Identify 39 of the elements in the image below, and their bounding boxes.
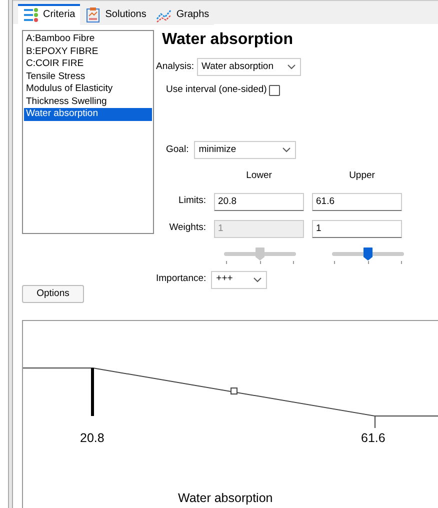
tick-marks xyxy=(332,260,404,266)
list-item[interactable]: A:Bamboo Fibre xyxy=(24,33,152,46)
list-item[interactable]: C:COIR FIRE xyxy=(24,58,152,70)
slider-thumb[interactable] xyxy=(363,246,373,260)
list-item[interactable]: B:EPOXY FIBRE xyxy=(24,46,152,58)
axis-title: Water absorption xyxy=(178,490,273,507)
list-item[interactable]: Thickness Swelling xyxy=(24,96,152,108)
field-label: Weights: xyxy=(168,221,206,236)
panel-title: Water absorption xyxy=(162,30,294,50)
column-header: Upper xyxy=(348,169,376,184)
field-label: Goal: xyxy=(166,143,189,158)
list-item[interactable]: Modulus of Elasticity xyxy=(24,83,152,96)
chevron-down-icon xyxy=(282,147,291,154)
checkbox[interactable] xyxy=(269,84,280,96)
axis-label: 61.6 xyxy=(361,430,386,447)
input-field[interactable]: 20.8 xyxy=(214,192,304,210)
list-item[interactable]: Water absorption xyxy=(24,108,152,120)
dropdown[interactable]: Water absorption xyxy=(196,58,301,76)
input-field[interactable]: 1 xyxy=(312,220,402,238)
column-header: Lower xyxy=(245,169,273,184)
slider[interactable] xyxy=(224,246,296,260)
chevron-down-icon xyxy=(253,276,262,282)
field-label: Importance: xyxy=(156,272,206,286)
tick-marks xyxy=(224,260,296,266)
checkbox-label: Use interval (one-sided) xyxy=(166,83,267,97)
options-button[interactable]: Options xyxy=(22,285,84,303)
input-field[interactable]: 61.6 xyxy=(312,192,402,210)
lower-limit-marker xyxy=(91,368,94,416)
clipboard-icon xyxy=(85,6,102,22)
dropdown[interactable]: +++ xyxy=(211,270,268,288)
field-label: Limits: xyxy=(178,194,206,208)
field-label: Analysis: xyxy=(156,60,194,74)
axis-label: 20.8 xyxy=(80,430,104,447)
dropdown[interactable]: minimize xyxy=(194,141,296,160)
chevron-down-icon xyxy=(286,64,296,70)
tab[interactable]: Criteria xyxy=(18,4,80,25)
slider[interactable] xyxy=(332,246,404,260)
list-item[interactable]: Tensile Stress xyxy=(24,70,152,83)
list-icon xyxy=(23,6,39,22)
